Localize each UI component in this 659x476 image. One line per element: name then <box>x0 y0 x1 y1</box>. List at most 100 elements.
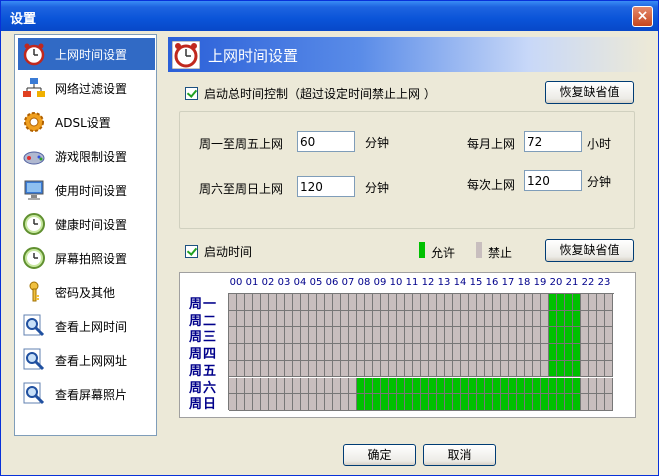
schedule-cell[interactable] <box>229 327 237 345</box>
schedule-cell[interactable] <box>573 310 581 328</box>
schedule-cell[interactable] <box>477 310 485 328</box>
schedule-cell[interactable] <box>589 360 597 378</box>
schedule-cell[interactable] <box>389 344 397 361</box>
schedule-cell[interactable] <box>325 377 333 395</box>
schedule-cell[interactable] <box>469 377 477 395</box>
schedule-cell[interactable] <box>493 344 501 361</box>
schedule-cell[interactable] <box>525 294 533 311</box>
schedule-cell[interactable] <box>605 294 613 311</box>
schedule-cell[interactable] <box>549 344 557 361</box>
schedule-cell[interactable] <box>533 327 541 345</box>
schedule-cell[interactable] <box>501 310 509 328</box>
schedule-cell[interactable] <box>413 360 421 378</box>
schedule-cell[interactable] <box>277 344 285 361</box>
schedule-cell[interactable] <box>349 394 357 411</box>
schedule-cell[interactable] <box>237 394 245 411</box>
schedule-cell[interactable] <box>373 377 381 395</box>
schedule-cell[interactable] <box>389 394 397 411</box>
schedule-cell[interactable] <box>365 394 373 411</box>
schedule-cell[interactable] <box>397 327 405 345</box>
schedule-cell[interactable] <box>549 394 557 411</box>
schedule-cell[interactable] <box>557 377 565 395</box>
schedule-cell[interactable] <box>301 360 309 378</box>
restore-defaults-button-schedule[interactable]: 恢复缺省值 <box>545 239 634 262</box>
sidebar-item-7[interactable]: 密码及其他 <box>18 276 155 308</box>
schedule-cell[interactable] <box>365 294 373 311</box>
schedule-cell[interactable] <box>413 394 421 411</box>
schedule-cell[interactable] <box>541 310 549 328</box>
sidebar-item-3[interactable]: 游戏限制设置 <box>18 140 155 172</box>
schedule-cell[interactable] <box>333 360 341 378</box>
schedule-cell[interactable] <box>581 377 589 395</box>
schedule-cell[interactable] <box>461 344 469 361</box>
schedule-cell[interactable] <box>445 394 453 411</box>
schedule-grid[interactable] <box>228 293 614 411</box>
schedule-cell[interactable] <box>565 310 573 328</box>
title-bar[interactable]: 设置 × <box>1 1 658 31</box>
schedule-cell[interactable] <box>485 377 493 395</box>
schedule-cell[interactable] <box>365 377 373 395</box>
schedule-cell[interactable] <box>357 344 365 361</box>
schedule-cell[interactable] <box>485 394 493 411</box>
schedule-cell[interactable] <box>421 344 429 361</box>
schedule-cell[interactable] <box>301 394 309 411</box>
schedule-cell[interactable] <box>461 294 469 311</box>
schedule-cell[interactable] <box>285 294 293 311</box>
schedule-cell[interactable] <box>533 360 541 378</box>
schedule-cell[interactable] <box>413 294 421 311</box>
schedule-cell[interactable] <box>381 394 389 411</box>
schedule-cell[interactable] <box>237 327 245 345</box>
schedule-cell[interactable] <box>365 310 373 328</box>
schedule-cell[interactable] <box>469 344 477 361</box>
schedule-cell[interactable] <box>509 310 517 328</box>
schedule-cell[interactable] <box>565 377 573 395</box>
schedule-cell[interactable] <box>269 394 277 411</box>
schedule-cell[interactable] <box>461 360 469 378</box>
schedule-cell[interactable] <box>469 310 477 328</box>
schedule-cell[interactable] <box>381 344 389 361</box>
schedule-cell[interactable] <box>429 360 437 378</box>
schedule-cell[interactable] <box>533 377 541 395</box>
schedule-cell[interactable] <box>245 344 253 361</box>
schedule-cell[interactable] <box>397 294 405 311</box>
schedule-cell[interactable] <box>509 377 517 395</box>
schedule-cell[interactable] <box>277 360 285 378</box>
schedule-cell[interactable] <box>605 360 613 378</box>
schedule-cell[interactable] <box>301 377 309 395</box>
schedule-cell[interactable] <box>333 394 341 411</box>
schedule-cell[interactable] <box>285 377 293 395</box>
schedule-cell[interactable] <box>229 310 237 328</box>
schedule-cell[interactable] <box>589 344 597 361</box>
schedule-cell[interactable] <box>533 294 541 311</box>
schedule-cell[interactable] <box>309 394 317 411</box>
schedule-cell[interactable] <box>549 377 557 395</box>
schedule-cell[interactable] <box>461 394 469 411</box>
schedule-cell[interactable] <box>269 377 277 395</box>
schedule-cell[interactable] <box>317 310 325 328</box>
schedule-cell[interactable] <box>477 360 485 378</box>
schedule-cell[interactable] <box>493 294 501 311</box>
schedule-cell[interactable] <box>293 377 301 395</box>
schedule-cell[interactable] <box>333 294 341 311</box>
schedule-cell[interactable] <box>381 327 389 345</box>
schedule-cell[interactable] <box>405 360 413 378</box>
schedule-cell[interactable] <box>605 377 613 395</box>
schedule-cell[interactable] <box>501 344 509 361</box>
schedule-cell[interactable] <box>237 377 245 395</box>
schedule-cell[interactable] <box>389 310 397 328</box>
total-control-row[interactable]: 启动总时间控制（超过设定时间禁止上网 ） <box>185 85 436 102</box>
schedule-cell[interactable] <box>325 310 333 328</box>
schedule-cell[interactable] <box>253 310 261 328</box>
schedule-cell[interactable] <box>453 360 461 378</box>
schedule-cell[interactable] <box>357 394 365 411</box>
schedule-cell[interactable] <box>461 327 469 345</box>
schedule-cell[interactable] <box>493 310 501 328</box>
schedule-cell[interactable] <box>309 360 317 378</box>
schedule-cell[interactable] <box>261 294 269 311</box>
weekday-input[interactable] <box>297 131 355 152</box>
schedule-cell[interactable] <box>429 294 437 311</box>
schedule-cell[interactable] <box>549 327 557 345</box>
schedule-cell[interactable] <box>349 344 357 361</box>
schedule-cell[interactable] <box>517 360 525 378</box>
schedule-cell[interactable] <box>301 310 309 328</box>
